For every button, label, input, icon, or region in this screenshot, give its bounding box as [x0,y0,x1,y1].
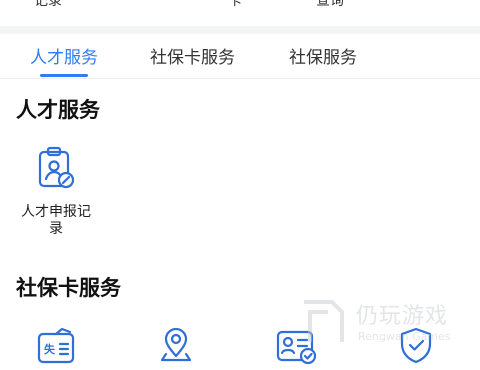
strip-label-record: 记录 [34,0,62,9]
talent-declaration-record-tile[interactable]: 人才申报记录 [16,146,96,238]
svg-text:失: 失 [44,342,56,356]
active-tab-indicator [40,74,88,77]
shield-check-icon [376,326,456,370]
tab-talent-services[interactable]: 人才服务 [30,43,98,68]
strip-label-query: 查询 [316,0,344,9]
section-divider [0,26,480,34]
clipboard-user-icon [16,146,96,194]
card-info-tile[interactable] [256,326,336,370]
strip-label-card: 卡 [228,0,242,9]
service-location-tile[interactable] [136,326,216,370]
section-title-social-card: 社保卡服务 [16,276,121,300]
tab-social-security-services[interactable]: 社保服务 [289,43,357,68]
tab-social-card-services[interactable]: 社保卡服务 [150,43,235,68]
card-loss-report-tile[interactable]: 失 [16,326,96,370]
previous-section-strip: 记录 卡 查询 [0,0,480,26]
id-card-check-icon [256,326,336,370]
card-security-tile[interactable] [376,326,456,370]
section-title-talent: 人才服务 [16,98,100,122]
tab-bar: 人才服务 社保卡服务 社保服务 [0,34,480,79]
location-pin-icon [136,326,216,370]
card-lost-icon: 失 [16,326,96,370]
talent-declaration-record-label: 人才申报记录 [21,204,91,237]
